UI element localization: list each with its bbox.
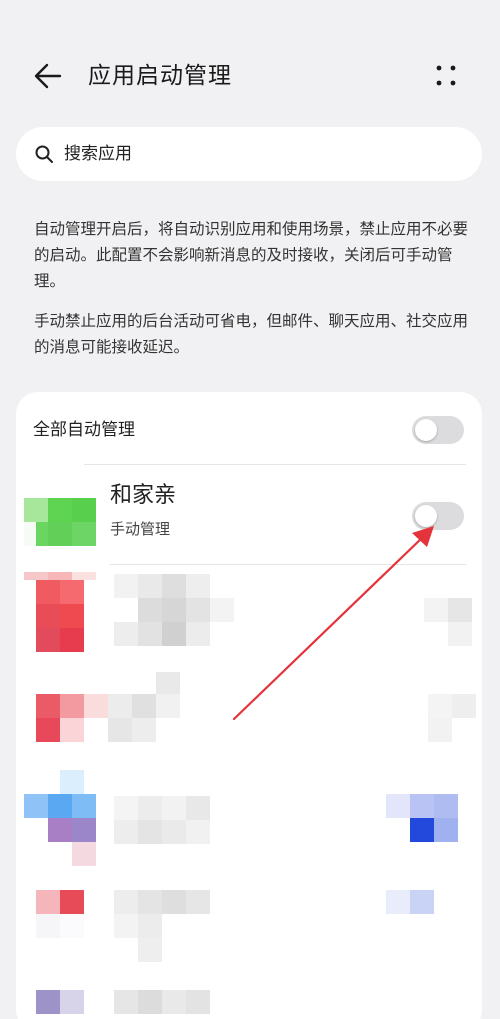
redacted-app-row xyxy=(24,572,482,652)
battery-saving-note: 手动禁止应用的后台活动可省电，但邮件、聊天应用、社交应用的消息可能接收延迟。 xyxy=(34,312,469,356)
divider xyxy=(84,464,466,465)
toggle-knob xyxy=(415,419,437,441)
divider xyxy=(110,564,466,565)
toggle-knob xyxy=(415,505,437,527)
all-auto-manage-row[interactable]: 全部自动管理 xyxy=(16,392,482,464)
more-dots-icon[interactable] xyxy=(432,62,460,90)
redacted-app-row xyxy=(24,672,482,762)
all-auto-manage-label: 全部自动管理 xyxy=(33,420,135,440)
auto-manage-description: 自动管理开启后，将自动识别应用和使用场景，禁止应用不必要的启动。此配置不会影响新… xyxy=(34,220,469,290)
app-name: 和家亲 xyxy=(110,483,177,508)
search-input[interactable] xyxy=(64,139,454,169)
search-bar[interactable] xyxy=(16,127,482,181)
search-icon xyxy=(35,145,53,163)
redacted-app-row xyxy=(24,890,482,1019)
all-auto-manage-toggle[interactable] xyxy=(412,416,464,444)
app-status: 手动管理 xyxy=(110,520,171,538)
app-row-hejiaqin[interactable]: 和家亲 手动管理 xyxy=(16,466,482,566)
page-title: 应用启动管理 xyxy=(88,63,232,89)
app-toggle-hejiaqin[interactable] xyxy=(412,502,464,530)
app-list-card: 全部自动管理 和家亲 手动管理 xyxy=(16,392,482,1019)
redacted-app-row xyxy=(24,770,482,870)
top-bar: 应用启动管理 xyxy=(0,48,500,104)
arrow-left-icon[interactable] xyxy=(32,60,64,92)
app-icon-hejiaqin xyxy=(24,498,96,548)
